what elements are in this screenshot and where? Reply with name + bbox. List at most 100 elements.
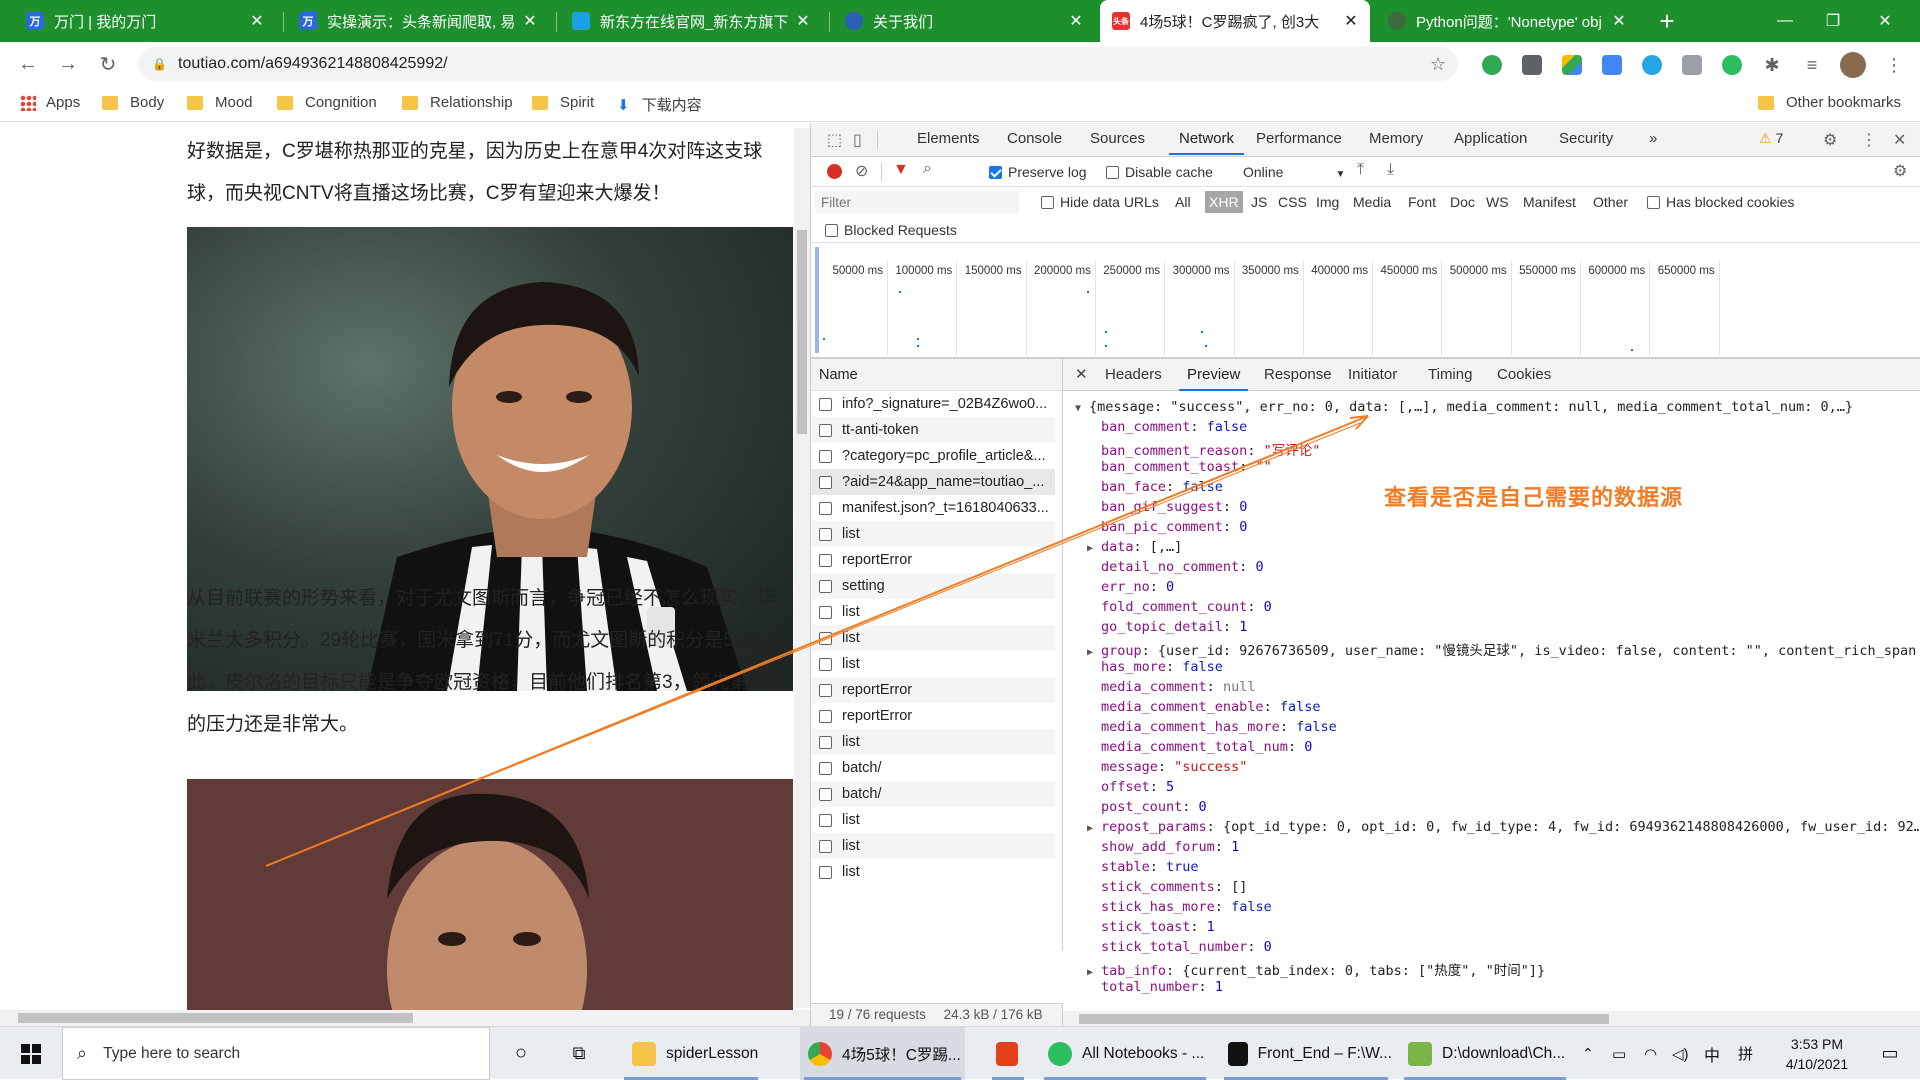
- close-devtools-icon[interactable]: ✕: [1893, 130, 1906, 150]
- filter-icon[interactable]: ▼: [893, 161, 909, 179]
- taskbar-search-box[interactable]: ⌕ Type here to search: [62, 1027, 490, 1080]
- filter-type-font[interactable]: Font: [1408, 187, 1436, 217]
- filter-type-xhr[interactable]: XHR: [1205, 191, 1243, 213]
- devtools-tab-security[interactable]: Security: [1559, 123, 1613, 155]
- browser-tab[interactable]: 万 实操演示：头条新闻爬取, 易 ✕: [287, 0, 549, 42]
- blocked-requests-checkbox[interactable]: Blocked Requests: [825, 215, 957, 245]
- task-view-icon[interactable]: ⧉: [564, 1027, 594, 1080]
- warnings-badge[interactable]: ⚠ 7: [1759, 130, 1783, 147]
- request-row[interactable]: reportError: [811, 703, 1055, 729]
- browser-tab[interactable]: 关于我们 ✕: [833, 0, 1095, 42]
- filter-type-doc[interactable]: Doc: [1450, 187, 1475, 217]
- start-button[interactable]: [14, 1027, 48, 1080]
- bookmark-folder[interactable]: Congnition: [277, 94, 377, 111]
- browser-tab-active[interactable]: 头条 4场5球！C罗踢疯了, 创3大 ✕: [1100, 0, 1370, 42]
- close-tab-icon[interactable]: ✕: [248, 11, 266, 31]
- detail-tab-timing[interactable]: Timing: [1428, 359, 1472, 391]
- json-property-row[interactable]: ▶ repost_params: {opt_id_type: 0, opt_id:…: [1087, 819, 1919, 835]
- filter-type-ws[interactable]: WS: [1486, 187, 1509, 217]
- close-window-icon[interactable]: ✕: [1862, 0, 1908, 42]
- close-tab-icon[interactable]: ✕: [1067, 11, 1085, 31]
- devtools-tab-elements[interactable]: Elements: [917, 123, 980, 155]
- throttling-select[interactable]: Online ▼: [1243, 157, 1345, 187]
- request-row[interactable]: reportError: [811, 677, 1055, 703]
- filter-type-img[interactable]: Img: [1316, 187, 1339, 217]
- close-detail-icon[interactable]: ✕: [1075, 365, 1088, 383]
- request-row[interactable]: manifest.json?_t=1618040633...: [811, 495, 1055, 521]
- request-row[interactable]: ?aid=24&app_name=toutiao_...: [811, 469, 1055, 495]
- devtools-tab-network[interactable]: Network: [1169, 123, 1245, 155]
- devtools-tab-performance[interactable]: Performance: [1256, 123, 1342, 155]
- bookmark-apps[interactable]: Apps: [20, 94, 80, 111]
- timeline-selection-handle[interactable]: [815, 247, 819, 353]
- disable-cache-checkbox[interactable]: Disable cache: [1106, 157, 1213, 187]
- browser-tab[interactable]: 新东方在线官网_新东方旗下 ✕: [560, 0, 822, 42]
- request-row[interactable]: reportError: [811, 547, 1055, 573]
- detail-tab-response[interactable]: Response: [1264, 359, 1332, 391]
- google-drive-icon[interactable]: [1562, 55, 1582, 75]
- taskbar-clock[interactable]: 3:53 PM 4/10/2021: [1770, 1027, 1864, 1080]
- address-bar[interactable]: 🔒 toutiao.com/a6949362148808425992/ ☆: [138, 47, 1458, 81]
- ime-indicator[interactable]: 中: [1704, 1027, 1720, 1080]
- request-row[interactable]: list: [811, 625, 1055, 651]
- request-row[interactable]: list: [811, 833, 1055, 859]
- network-overview-timeline[interactable]: [811, 243, 1920, 358]
- json-property-row[interactable]: ▶ group: {user_id: 92676736509, user_name…: [1087, 639, 1919, 659]
- filter-type-other[interactable]: Other: [1593, 187, 1628, 217]
- bookmark-folder[interactable]: Mood: [187, 94, 253, 111]
- devtools-tab-sources[interactable]: Sources: [1090, 123, 1145, 155]
- close-tab-icon[interactable]: ✕: [1610, 11, 1628, 31]
- bookmark-folder[interactable]: Spirit: [532, 94, 594, 111]
- more-tabs-icon[interactable]: »: [1649, 123, 1657, 155]
- browser-tab[interactable]: Python问题：'Nonetype' obj ✕: [1376, 0, 1638, 42]
- translate-icon[interactable]: [1602, 55, 1622, 75]
- request-row[interactable]: list: [811, 729, 1055, 755]
- devtools-menu-icon[interactable]: ⋮: [1861, 130, 1877, 150]
- devtools-tab-memory[interactable]: Memory: [1369, 123, 1423, 155]
- wifi-icon[interactable]: ◠: [1644, 1027, 1657, 1080]
- preserve-log-checkbox[interactable]: Preserve log: [989, 157, 1087, 187]
- request-row[interactable]: ?category=pc_profile_article&...: [811, 443, 1055, 469]
- json-property-row[interactable]: ▶ tab_info: {current_tab_index: 0, tabs: …: [1087, 959, 1545, 979]
- taskbar-app-evernote[interactable]: All Notebooks - ...: [1040, 1027, 1210, 1080]
- request-row[interactable]: info?_signature=_02B4Z6wo0...: [811, 391, 1055, 417]
- has-blocked-cookies-checkbox[interactable]: Has blocked cookies: [1647, 187, 1794, 217]
- minimize-icon[interactable]: —: [1762, 0, 1808, 42]
- cortana-icon[interactable]: ○: [506, 1027, 536, 1080]
- restore-icon[interactable]: ❐: [1810, 0, 1856, 42]
- network-settings-icon[interactable]: ⚙: [1893, 161, 1907, 181]
- request-row[interactable]: setting: [811, 573, 1055, 599]
- reading-list-icon[interactable]: ≡: [1802, 55, 1822, 75]
- taskbar-app-explorer[interactable]: spiderLesson: [620, 1027, 762, 1080]
- expand-triangle-icon[interactable]: ▼: [1075, 403, 1089, 414]
- extension-icon[interactable]: [1642, 55, 1662, 75]
- back-icon[interactable]: ←: [14, 50, 42, 78]
- bookmark-downloads[interactable]: ⬇ 下载内容: [617, 94, 702, 115]
- filter-type-manifest[interactable]: Manifest: [1523, 187, 1576, 217]
- page-hscroll-thumb[interactable]: [18, 1013, 413, 1023]
- import-har-icon[interactable]: ⤒: [1357, 161, 1364, 179]
- evernote-icon[interactable]: [1722, 55, 1742, 75]
- bookmark-folder[interactable]: Body: [102, 94, 164, 111]
- json-root-summary[interactable]: ▼ {message: "success", err_no: 0, data: […: [1075, 399, 1853, 415]
- inspect-element-icon[interactable]: ⬚: [827, 130, 842, 150]
- record-icon[interactable]: [827, 164, 842, 179]
- expand-triangle-icon[interactable]: ▶: [1087, 543, 1101, 554]
- other-bookmarks[interactable]: Other bookmarks: [1758, 94, 1901, 111]
- notifications-icon[interactable]: ▭: [1870, 1027, 1910, 1080]
- new-tab-button[interactable]: +: [1652, 6, 1682, 36]
- preview-hscroll-thumb[interactable]: [1079, 1014, 1609, 1024]
- name-column-header[interactable]: Name: [811, 359, 1063, 391]
- ime-mode-indicator[interactable]: 拼: [1738, 1027, 1753, 1080]
- browser-tab[interactable]: 万 万门 | 我的万门 ✕: [14, 0, 276, 42]
- hide-data-urls-checkbox[interactable]: Hide data URLs: [1041, 187, 1159, 217]
- detail-tab-initiator[interactable]: Initiator: [1348, 359, 1397, 391]
- devtools-tab-application[interactable]: Application: [1454, 123, 1527, 155]
- close-tab-icon[interactable]: ✕: [1342, 11, 1360, 31]
- chrome-menu-icon[interactable]: ⋮: [1884, 55, 1904, 75]
- bookmark-folder[interactable]: Relationship: [402, 94, 513, 111]
- filter-type-css[interactable]: CSS: [1278, 187, 1307, 217]
- reload-icon[interactable]: ↻: [94, 50, 122, 78]
- volume-icon[interactable]: ◁): [1672, 1027, 1689, 1080]
- request-row[interactable]: list: [811, 807, 1055, 833]
